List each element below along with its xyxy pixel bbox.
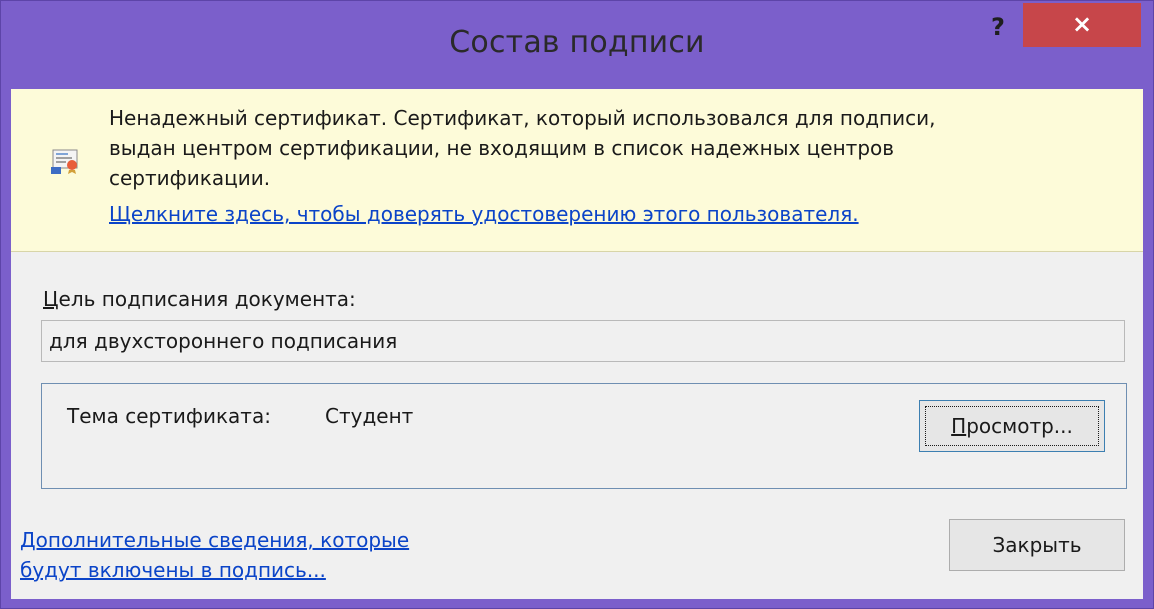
help-button[interactable]: ? <box>976 7 1020 47</box>
signature-details-dialog: Состав подписи ? × Ненадежный сертификат… <box>0 0 1154 609</box>
focus-rectangle <box>925 406 1099 446</box>
additional-info-line-1: Дополнительные сведения, которые <box>20 528 410 552</box>
trust-user-link[interactable]: Щелкните здесь, чтобы доверять удостовер… <box>109 202 859 226</box>
untrusted-certificate-icon <box>51 147 81 175</box>
certificate-subject-label: Тема сертификата: <box>67 404 271 428</box>
certificate-group: Тема сертификата: Студент Просмотр... <box>41 383 1127 489</box>
warning-message: Ненадежный сертификат. Сертификат, котор… <box>109 103 1109 193</box>
close-button[interactable]: Закрыть <box>949 519 1125 571</box>
purpose-label: Цель подписания документа: <box>43 287 356 311</box>
purpose-field[interactable]: для двухстороннего подписания <box>41 320 1125 362</box>
purpose-label-mnemonic: Ц <box>43 287 59 311</box>
warning-line-2: выдан центром сертификации, не входящим … <box>109 136 895 160</box>
certificate-subject-value: Студент <box>325 404 414 428</box>
close-window-button[interactable]: × <box>1023 3 1141 47</box>
warning-line-1: Ненадежный сертификат. Сертификат, котор… <box>109 106 936 130</box>
additional-info-line-2: будут включены в подпись... <box>20 558 326 582</box>
warning-line-3: сертификации. <box>109 166 271 190</box>
dialog-body: Ненадежный сертификат. Сертификат, котор… <box>11 89 1143 599</box>
title-bar[interactable]: Состав подписи ? × <box>1 1 1153 89</box>
purpose-label-text: ель подписания документа: <box>58 287 356 311</box>
additional-info-link[interactable]: Дополнительные сведения, которые будут в… <box>20 525 409 585</box>
warning-bar: Ненадежный сертификат. Сертификат, котор… <box>11 89 1143 252</box>
view-certificate-button[interactable]: Просмотр... <box>919 400 1105 452</box>
